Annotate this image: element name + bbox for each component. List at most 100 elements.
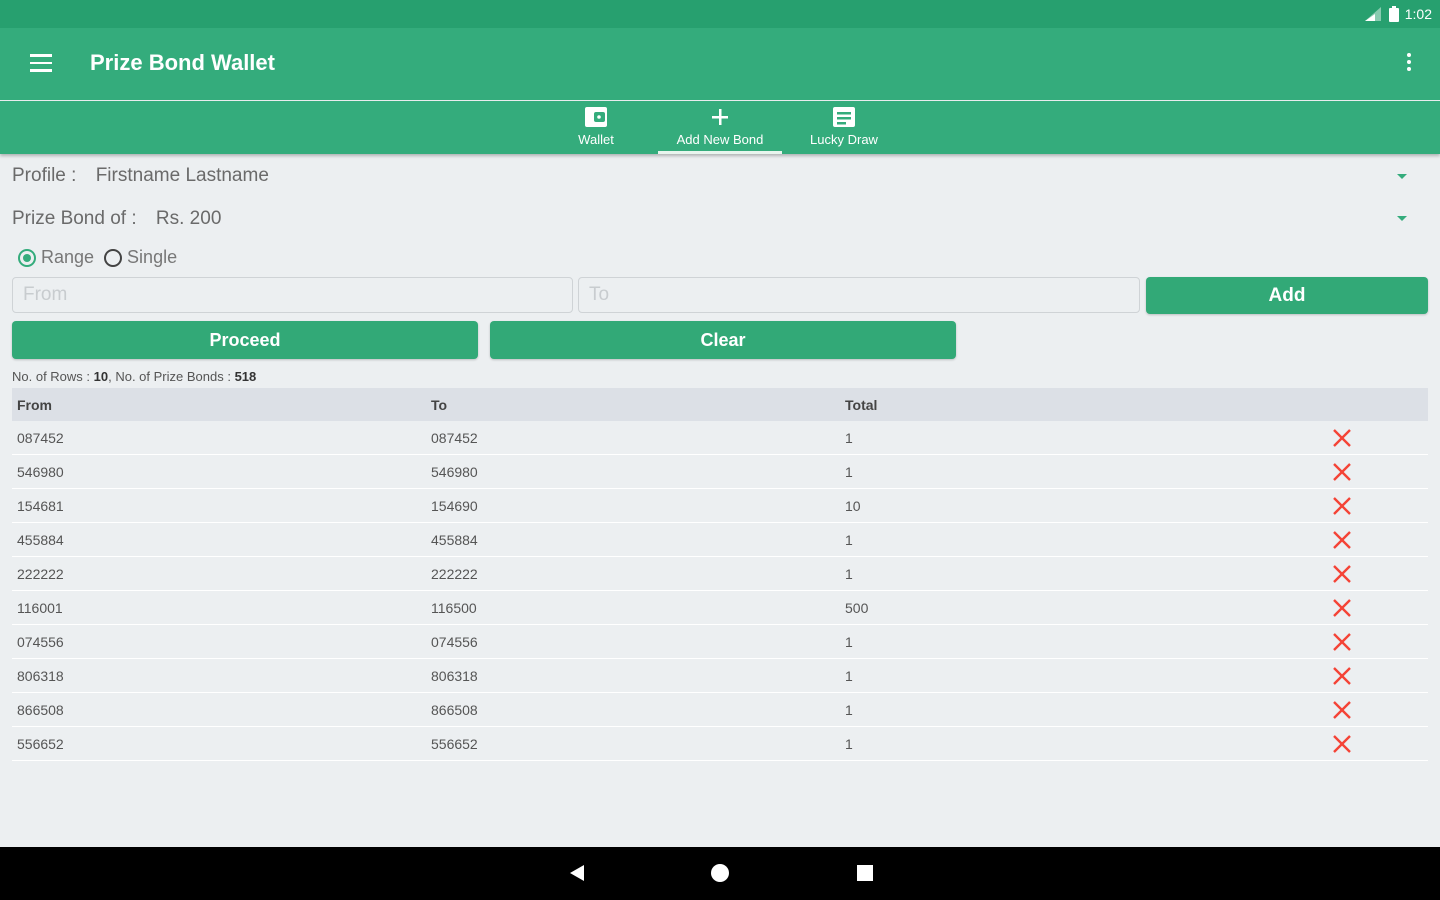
bond-value: Rs. 200 bbox=[155, 208, 222, 229]
radio-range[interactable]: Range bbox=[18, 247, 94, 268]
menu-icon[interactable] bbox=[30, 54, 52, 72]
profile-label: Profile : bbox=[12, 165, 77, 186]
table-row: 222222 222222 1 bbox=[12, 557, 1428, 591]
cell-total: 1 bbox=[845, 565, 853, 582]
header-from: From bbox=[17, 396, 52, 413]
delete-icon[interactable] bbox=[1331, 529, 1353, 551]
cell-delete bbox=[1320, 427, 1428, 449]
app-bar: Prize Bond Wallet bbox=[0, 28, 1440, 100]
status-icons: 1:02 bbox=[1363, 5, 1432, 23]
cell-from: 154681 bbox=[17, 497, 64, 514]
bonds-table: From To Total 087452 087452 1 546980 546980 1… bbox=[12, 388, 1428, 761]
header-to: To bbox=[431, 396, 448, 413]
radio-range-label: Range bbox=[41, 247, 95, 267]
cell-to: 556652 bbox=[431, 735, 478, 752]
to-input[interactable] bbox=[578, 277, 1140, 313]
delete-icon[interactable] bbox=[1331, 461, 1353, 483]
cell-to: 546980 bbox=[431, 463, 478, 480]
cell-from: 806318 bbox=[17, 667, 64, 684]
summary-text: No. of Rows : 10, No. of Prize Bonds : 5… bbox=[12, 369, 256, 384]
cell-delete bbox=[1320, 699, 1428, 721]
cell-from: 074556 bbox=[17, 633, 64, 650]
cell-total: 1 bbox=[845, 531, 853, 548]
profile-spinner[interactable]: Profile : Firstname Lastname bbox=[12, 165, 269, 187]
mode-radio-group: Range Single bbox=[18, 247, 177, 268]
table-header: From To Total bbox=[12, 388, 1428, 421]
table-row: 116001 116500 500 bbox=[12, 591, 1428, 625]
table-row: 074556 074556 1 bbox=[12, 625, 1428, 659]
cell-total: 1 bbox=[845, 667, 853, 684]
wallet-icon bbox=[585, 107, 607, 127]
signal-icon bbox=[1364, 7, 1381, 21]
clear-button[interactable]: Clear bbox=[490, 321, 956, 359]
table-row: 087452 087452 1 bbox=[12, 421, 1428, 455]
cell-total: 1 bbox=[845, 701, 853, 718]
from-input[interactable] bbox=[12, 277, 573, 313]
radio-single-circle[interactable] bbox=[104, 248, 123, 267]
home-icon[interactable] bbox=[710, 863, 730, 883]
tab-lucky-draw[interactable]: Lucky Draw bbox=[782, 101, 906, 154]
rows-count: 10 bbox=[93, 369, 109, 384]
recents-icon[interactable] bbox=[855, 863, 875, 883]
cell-total: 1 bbox=[845, 735, 853, 752]
delete-icon[interactable] bbox=[1331, 495, 1353, 517]
profile-value: Firstname Lastname bbox=[95, 165, 269, 186]
list-icon bbox=[833, 107, 855, 127]
tab-wallet[interactable]: Wallet bbox=[534, 101, 658, 154]
cell-total: 1 bbox=[845, 463, 853, 480]
tab-add-new-bond[interactable]: Add New Bond bbox=[658, 101, 782, 154]
delete-icon[interactable] bbox=[1331, 631, 1353, 653]
cell-to: 866508 bbox=[431, 701, 478, 718]
cell-delete bbox=[1320, 563, 1428, 585]
tab-bar: Wallet Add New Bond Lucky Draw bbox=[0, 101, 1440, 154]
cell-delete bbox=[1320, 631, 1428, 653]
cell-to: 806318 bbox=[431, 667, 478, 684]
cell-to: 087452 bbox=[431, 429, 478, 446]
status-bar: 1:02 bbox=[0, 0, 1440, 28]
system-nav-bar bbox=[0, 847, 1440, 900]
cell-from: 087452 bbox=[17, 429, 64, 446]
bond-denomination-spinner[interactable]: Prize Bond of : Rs. 200 bbox=[12, 208, 221, 230]
delete-icon[interactable] bbox=[1331, 733, 1353, 755]
table-row: 866508 866508 1 bbox=[12, 693, 1428, 727]
back-icon[interactable] bbox=[567, 863, 587, 883]
cell-from: 455884 bbox=[17, 531, 64, 548]
cell-to: 074556 bbox=[431, 633, 478, 650]
radio-range-circle[interactable] bbox=[18, 248, 36, 267]
bond-label: Prize Bond of : bbox=[12, 208, 137, 229]
profile-dropdown-arrow-icon[interactable] bbox=[1397, 174, 1407, 179]
more-options-icon[interactable] bbox=[1406, 53, 1412, 73]
delete-icon[interactable] bbox=[1331, 699, 1353, 721]
cell-from: 866508 bbox=[17, 701, 64, 718]
radio-single[interactable]: Single bbox=[104, 247, 177, 268]
delete-icon[interactable] bbox=[1331, 563, 1353, 585]
cell-to: 222222 bbox=[431, 565, 478, 582]
cell-total: 500 bbox=[845, 599, 869, 616]
cell-total: 1 bbox=[845, 633, 853, 650]
cell-total: 10 bbox=[845, 497, 861, 514]
delete-icon[interactable] bbox=[1331, 665, 1353, 687]
plus-icon bbox=[712, 109, 728, 125]
delete-icon[interactable] bbox=[1331, 427, 1353, 449]
cell-from: 556652 bbox=[17, 735, 64, 752]
app-title: Prize Bond Wallet bbox=[90, 50, 275, 75]
status-time: 1:02 bbox=[1404, 6, 1432, 22]
table-body: 087452 087452 1 546980 546980 1 154681 154690 10… bbox=[12, 421, 1428, 761]
cell-total: 1 bbox=[845, 429, 853, 446]
bonds-count: 518 bbox=[234, 369, 257, 384]
bond-dropdown-arrow-icon[interactable] bbox=[1397, 216, 1407, 221]
cell-delete bbox=[1320, 597, 1428, 619]
cell-delete bbox=[1320, 495, 1428, 517]
delete-icon[interactable] bbox=[1331, 597, 1353, 619]
proceed-button[interactable]: Proceed bbox=[12, 321, 478, 359]
header-total: Total bbox=[845, 396, 878, 413]
table-row: 154681 154690 10 bbox=[12, 489, 1428, 523]
cell-delete bbox=[1320, 665, 1428, 687]
tab-lucky-draw-label: Lucky Draw bbox=[810, 132, 878, 147]
add-button[interactable]: Add bbox=[1146, 277, 1428, 314]
table-row: 806318 806318 1 bbox=[12, 659, 1428, 693]
cell-from: 546980 bbox=[17, 463, 64, 480]
radio-single-label: Single bbox=[127, 247, 178, 267]
cell-delete bbox=[1320, 461, 1428, 483]
table-row: 556652 556652 1 bbox=[12, 727, 1428, 761]
